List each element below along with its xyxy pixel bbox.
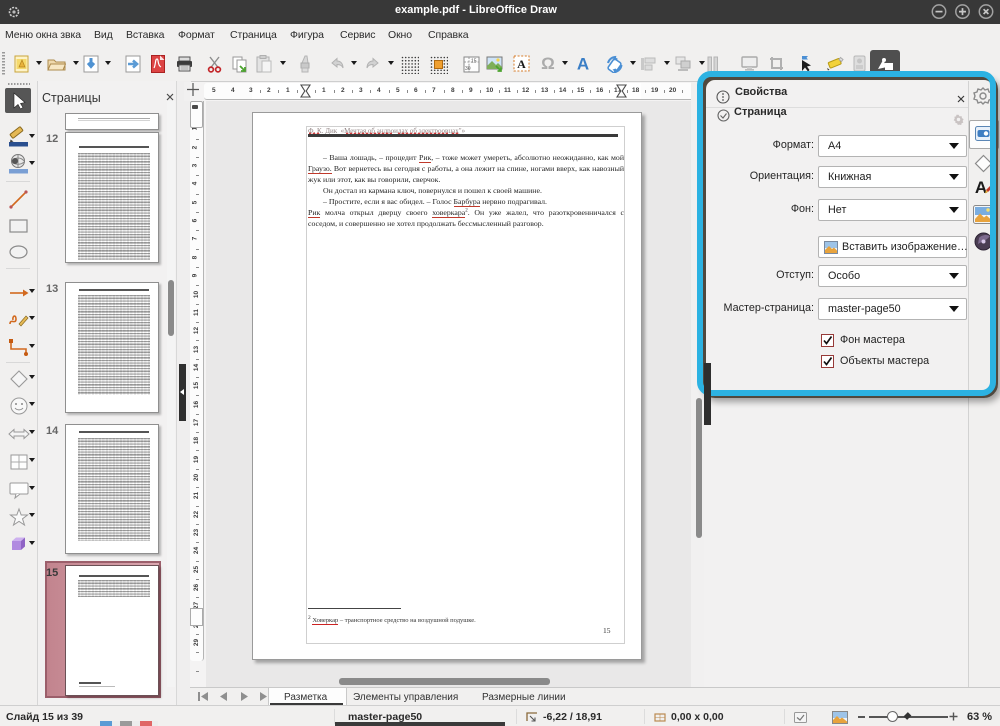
svg-text:15: 15	[471, 59, 477, 65]
svg-text:Ω: Ω	[541, 54, 555, 72]
svg-text:A: A	[577, 55, 589, 73]
svg-text:A: A	[517, 57, 526, 71]
svg-text:30: 30	[465, 66, 471, 72]
